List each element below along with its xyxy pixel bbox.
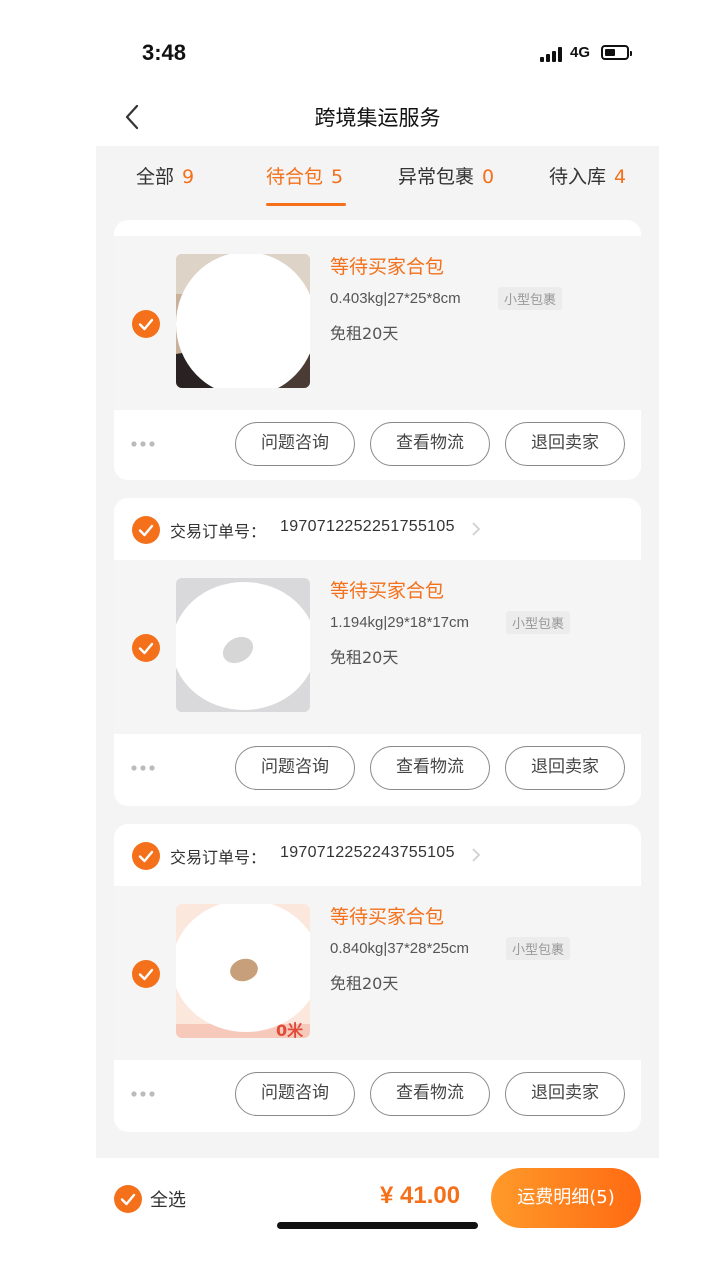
tab-abnormal[interactable]: 异常包裹 0: [398, 162, 494, 189]
view-logistics-button[interactable]: 查看物流: [370, 746, 490, 790]
order-number-label: 交易订单号：: [170, 522, 267, 541]
check-icon: [138, 850, 154, 863]
tab-awaiting-storage[interactable]: 待入库 4: [549, 162, 626, 189]
check-icon: [138, 524, 154, 537]
package-status: 等待买家合包: [330, 906, 445, 928]
select-all-checkbox[interactable]: [114, 1185, 142, 1213]
more-icon[interactable]: [130, 440, 156, 448]
package-status: 等待买家合包: [330, 580, 445, 602]
tab-label: 待合包: [266, 166, 324, 188]
package-thumbnail[interactable]: [176, 578, 310, 712]
page-title: 跨境集运服务: [314, 106, 441, 130]
package-card: 交易订单号： 1970712252243755105 0米 等待买家合包 0.8…: [114, 824, 641, 1132]
package-body: 等待买家合包 1.194kg|29*18*17cm 小型包裹 免租20天: [114, 560, 641, 734]
package-actions: 问题咨询 查看物流 退回卖家: [114, 734, 641, 804]
tab-count: 4: [614, 166, 627, 188]
package-status: 等待买家合包: [330, 256, 445, 278]
more-icon[interactable]: [130, 1090, 156, 1098]
navigation-bar: 跨境集运服务: [96, 90, 659, 146]
order-header[interactable]: 交易订单号： 1970712252251755105: [114, 498, 641, 560]
signal-icon: [540, 46, 564, 62]
chevron-right-icon[interactable]: [470, 846, 482, 864]
check-icon: [138, 968, 154, 981]
more-icon[interactable]: [130, 764, 156, 772]
thumbnail-caption: 0米: [276, 1021, 304, 1038]
chevron-right-icon[interactable]: [470, 520, 482, 538]
return-to-seller-button[interactable]: 退回卖家: [505, 1072, 625, 1116]
package-thumbnail[interactable]: 0米: [176, 904, 310, 1038]
view-logistics-button[interactable]: 查看物流: [370, 1072, 490, 1116]
total-amount: ¥ 41.00: [380, 1182, 461, 1209]
package-spec: 0.840kg|37*28*25cm: [330, 940, 469, 957]
tab-label: 全部: [136, 166, 175, 188]
package-size-tag: 小型包裹: [506, 611, 571, 634]
order-number: 1970712252243755105: [280, 844, 455, 861]
tab-label: 异常包裹: [398, 166, 475, 188]
tab-count: 5: [331, 166, 344, 188]
free-rent-text: 免租20天: [330, 648, 399, 667]
package-size-tag: 小型包裹: [506, 937, 571, 960]
free-rent-text: 免租20天: [330, 974, 399, 993]
check-icon: [138, 318, 154, 331]
package-thumbnail[interactable]: [176, 254, 310, 388]
package-body: 等待买家合包 0.403kg|27*25*8cm 小型包裹 免租20天: [114, 236, 641, 410]
tab-count: 9: [182, 166, 195, 188]
consult-button[interactable]: 问题咨询: [235, 422, 355, 466]
package-actions: 问题咨询 查看物流 退回卖家: [114, 1060, 641, 1130]
package-spec: 0.403kg|27*25*8cm: [330, 290, 461, 307]
package-size-tag: 小型包裹: [498, 287, 563, 310]
package-body: 0米 等待买家合包 0.840kg|37*28*25cm 小型包裹 免租20天: [114, 886, 641, 1060]
shipping-fee-detail-button[interactable]: 运费明细(5): [491, 1168, 641, 1228]
package-card: 交易订单号： 1970712252251755105 等待买家合包 1.194k…: [114, 498, 641, 806]
phone-screen: 3:48 4G 跨境集运服务 全部 9 待合包 5 异常包裹 0 待入库 4 等…: [96, 20, 659, 1240]
status-time: 3:48: [142, 40, 187, 65]
package-spec: 1.194kg|29*18*17cm: [330, 614, 469, 631]
order-number-label: 交易订单号：: [170, 848, 267, 867]
free-rent-text: 免租20天: [330, 324, 399, 343]
return-to-seller-button[interactable]: 退回卖家: [505, 422, 625, 466]
order-number: 1970712252251755105: [280, 518, 455, 535]
package-checkbox[interactable]: [132, 310, 160, 338]
network-type: 4G: [570, 44, 591, 61]
consult-button[interactable]: 问题咨询: [235, 1072, 355, 1116]
package-card: 等待买家合包 0.403kg|27*25*8cm 小型包裹 免租20天 问题咨询…: [114, 220, 641, 480]
tab-label: 待入库: [549, 166, 607, 188]
package-checkbox[interactable]: [132, 634, 160, 662]
battery-icon: [601, 45, 632, 60]
tab-all[interactable]: 全部 9: [136, 162, 194, 189]
status-bar: 3:48 4G: [96, 20, 659, 90]
package-checkbox[interactable]: [132, 960, 160, 988]
return-to-seller-button[interactable]: 退回卖家: [505, 746, 625, 790]
view-logistics-button[interactable]: 查看物流: [370, 422, 490, 466]
order-header[interactable]: 交易订单号： 1970712252243755105: [114, 824, 641, 886]
package-actions: 问题咨询 查看物流 退回卖家: [114, 410, 641, 480]
check-icon: [138, 642, 154, 655]
tab-count: 0: [482, 166, 495, 188]
tab-pending-merge[interactable]: 待合包 5: [266, 162, 343, 189]
select-all-label[interactable]: 全选: [150, 1186, 186, 1212]
check-icon: [120, 1193, 136, 1206]
order-checkbox[interactable]: [132, 842, 160, 870]
status-tabs: 全部 9 待合包 5 异常包裹 0 待入库 4: [96, 146, 659, 206]
order-checkbox[interactable]: [132, 516, 160, 544]
active-tab-indicator: [266, 203, 346, 206]
consult-button[interactable]: 问题咨询: [235, 746, 355, 790]
home-indicator[interactable]: [277, 1222, 478, 1229]
